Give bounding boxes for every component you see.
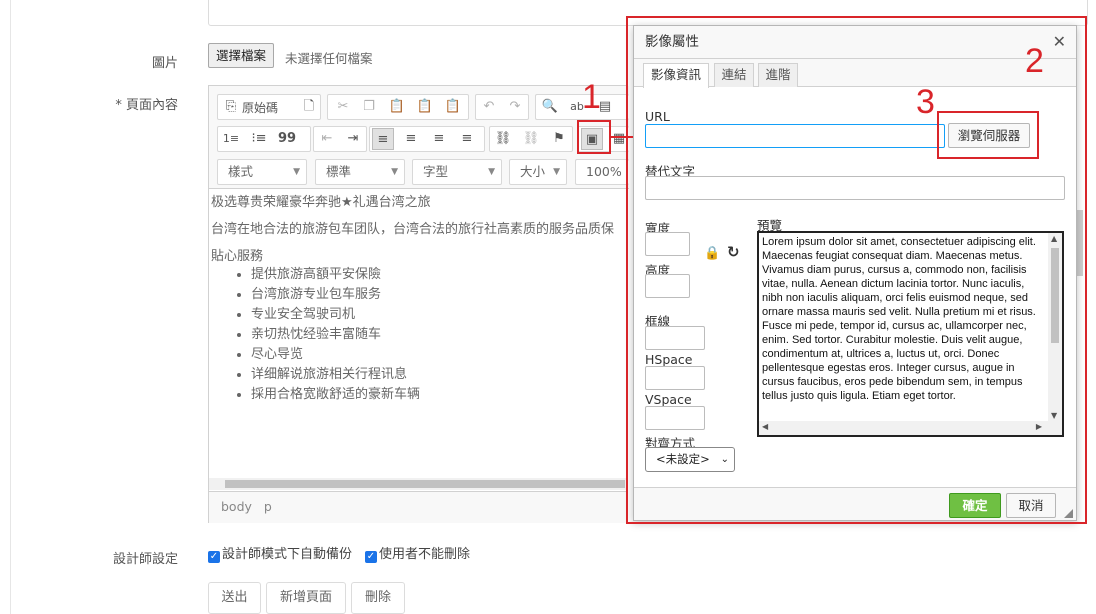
- path-body[interactable]: body: [221, 499, 252, 514]
- style-combo[interactable]: 樣式 ▼: [217, 159, 307, 185]
- link-icon[interactable]: ⛓: [492, 128, 514, 150]
- auto-backup-checkbox[interactable]: ✓ 設計師模式下自動備份: [208, 543, 352, 563]
- size-combo-label: 大小: [520, 164, 546, 179]
- new-page-button[interactable]: 新增頁面: [266, 582, 346, 614]
- checkbox-checked-icon[interactable]: ✓: [208, 551, 220, 563]
- file-status-text: 未選擇任何檔案: [285, 51, 373, 66]
- annotation-number-2: 2: [1025, 42, 1044, 80]
- paste-word-icon[interactable]: 📋: [442, 96, 464, 118]
- path-p[interactable]: p: [264, 499, 272, 514]
- font-combo-label: 字型: [423, 164, 449, 179]
- image-label: 圖片: [151, 56, 178, 71]
- no-delete-checkbox[interactable]: ✓ 使用者不能刪除: [365, 543, 470, 563]
- format-combo-label: 標準: [326, 164, 352, 179]
- zoom-combo[interactable]: 100%: [575, 159, 629, 185]
- content-line-2: 台湾在地合法的旅游包车团队，台湾合法的旅行社高素质的服务品质保: [211, 222, 615, 237]
- source-button-label[interactable]: 原始碼: [242, 99, 278, 116]
- align-right-icon[interactable]: ≡: [428, 128, 450, 150]
- checkbox-checked-icon[interactable]: ✓: [365, 551, 377, 563]
- list-item: 提供旅游高額平安保險: [251, 265, 627, 285]
- cut-icon[interactable]: ✂: [332, 96, 354, 118]
- scrollbar-thumb[interactable]: [225, 480, 625, 488]
- align-center-icon[interactable]: ≡: [400, 128, 422, 150]
- annotation-box-image-button: [577, 120, 611, 154]
- rich-text-editor: ⎘ 原始碼 🗋 ✂ ❐ 📋 📋 📋 ↶ ↷ 🔍 ab ▤ 1≡ ⁝≡ 99 ⇤: [208, 85, 629, 523]
- size-combo[interactable]: 大小 ▼: [509, 159, 567, 185]
- annotation-box-browse: [937, 111, 1039, 159]
- indent-icon[interactable]: ⇥: [342, 128, 364, 150]
- indent-group: ⇤ ⇥: [313, 126, 367, 152]
- redo-icon[interactable]: ↷: [504, 96, 526, 118]
- content-list: 提供旅游高額平安保險 台湾旅游专业包车服务 专业安全驾驶司机 亲切热忱经验丰富随…: [211, 265, 627, 405]
- content-line-1: 极选尊贵荣耀豪华奔驰★礼遇台湾之旅: [211, 195, 431, 210]
- list-item: 专业安全驾驶司机: [251, 305, 627, 325]
- chevron-down-icon: ▼: [391, 167, 398, 177]
- align-group: ≡ ≡ ≡ ≡: [369, 126, 485, 152]
- list-item: 详细解说旅游相关行程讯息: [251, 365, 627, 385]
- link-group: ⛓ ⛓ ⚑: [489, 126, 573, 152]
- chevron-down-icon: ▼: [553, 167, 560, 177]
- content-heading: 貼心服務: [211, 249, 264, 264]
- format-combo[interactable]: 標準 ▼: [315, 159, 405, 185]
- annotation-number-1: 1: [582, 78, 601, 116]
- copy-icon[interactable]: ❐: [358, 96, 380, 118]
- blockquote-icon[interactable]: 99: [276, 128, 298, 150]
- unlink-icon[interactable]: ⛓: [520, 128, 542, 150]
- list-item: 亲切热忱经验丰富随车: [251, 325, 627, 345]
- list-item: 尽心导览: [251, 345, 627, 365]
- paste-text-icon[interactable]: 📋: [414, 96, 436, 118]
- clipboard-group: ✂ ❐ 📋 📋 📋: [327, 94, 469, 120]
- find-icon[interactable]: 🔍: [539, 96, 561, 118]
- bulleted-list-icon[interactable]: ⁝≡: [248, 128, 270, 150]
- no-delete-label: 使用者不能刪除: [379, 547, 471, 562]
- align-justify-icon[interactable]: ≡: [456, 128, 478, 150]
- chevron-down-icon: ▼: [488, 167, 495, 177]
- document-icon[interactable]: 🗋: [298, 96, 320, 118]
- designer-settings-label: 設計師設定: [112, 552, 178, 567]
- choose-file-button[interactable]: 選擇檔案: [208, 43, 275, 68]
- undo-icon[interactable]: ↶: [478, 96, 500, 118]
- page-left-border: [10, 0, 11, 614]
- submit-button[interactable]: 送出: [208, 582, 261, 614]
- delete-button[interactable]: 刪除: [351, 582, 405, 614]
- auto-backup-label: 設計師模式下自動備份: [222, 547, 353, 562]
- annotation-box-dialog: [626, 16, 1087, 524]
- annotation-number-3: 3: [916, 83, 935, 121]
- outdent-icon[interactable]: ⇤: [316, 128, 338, 150]
- content-label: * 頁面內容: [115, 98, 178, 113]
- list-group: 1≡ ⁝≡ 99: [217, 126, 311, 152]
- editor-content-area[interactable]: 极选尊贵荣耀豪华奔驰★礼遇台湾之旅 台湾在地合法的旅游包车团队，台湾合法的旅行社…: [209, 190, 627, 478]
- source-icon[interactable]: ⎘: [220, 96, 242, 118]
- numbered-list-icon[interactable]: 1≡: [220, 128, 242, 150]
- zoom-combo-label: 100%: [586, 164, 622, 179]
- font-combo[interactable]: 字型 ▼: [412, 159, 502, 185]
- align-left-icon[interactable]: ≡: [372, 128, 394, 150]
- chevron-down-icon: ▼: [293, 167, 300, 177]
- element-path-bar: body p: [209, 491, 627, 523]
- list-item: 採用合格宽敞舒适的豪新车辆: [251, 385, 627, 405]
- paste-icon[interactable]: 📋: [386, 96, 408, 118]
- anchor-flag-icon[interactable]: ⚑: [548, 128, 570, 150]
- source-group: ⎘ 原始碼 🗋: [217, 94, 321, 120]
- list-item: 台湾旅游专业包车服务: [251, 285, 627, 305]
- style-combo-label: 樣式: [228, 164, 254, 179]
- undo-group: ↶ ↷: [475, 94, 529, 120]
- editor-horizontal-scrollbar[interactable]: [209, 478, 627, 490]
- editor-toolbar: ⎘ 原始碼 🗋 ✂ ❐ 📋 📋 📋 ↶ ↷ 🔍 ab ▤ 1≡ ⁝≡ 99 ⇤: [209, 86, 629, 189]
